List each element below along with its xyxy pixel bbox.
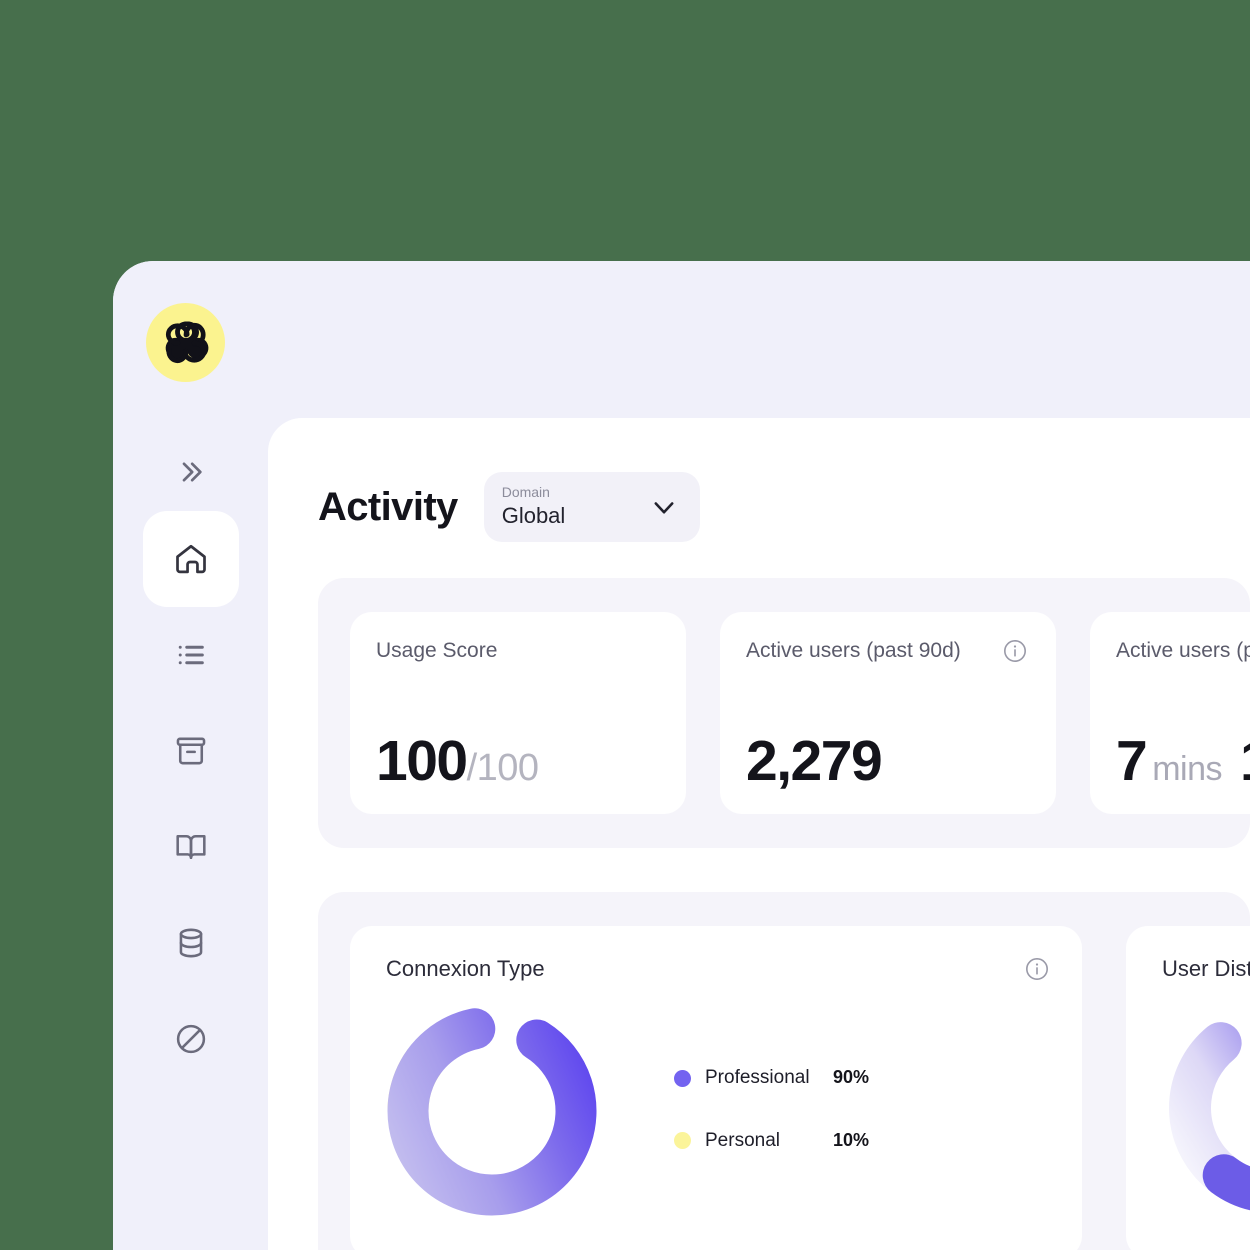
sidebar <box>113 261 268 1250</box>
chart-title: Connexion Type <box>386 956 545 981</box>
database-icon <box>174 926 208 960</box>
sidebar-item-database[interactable] <box>143 895 239 991</box>
chevron-down-icon <box>654 502 674 514</box>
domain-select-caption: Domain <box>501 484 550 501</box>
kpi-label: Usage Score <box>376 639 498 662</box>
kpi-value-group: 2,279 <box>746 733 1028 790</box>
sidebar-item-blocked[interactable] <box>143 991 239 1087</box>
sidebar-collapse-button[interactable] <box>170 451 212 493</box>
sidebar-item-book[interactable] <box>143 799 239 895</box>
kpi-label: Active users (pa <box>1116 639 1250 662</box>
chart-title: User Distri <box>1162 956 1250 981</box>
app-window: Activity Domain Global Usage Score 100 /… <box>113 261 1250 1250</box>
domain-select-value: Global <box>501 503 566 529</box>
legend-value: 90% <box>833 1067 870 1088</box>
sidebar-nav <box>113 511 268 1087</box>
kpi-value: 7 <box>1116 729 1148 793</box>
blocked-icon <box>174 1022 208 1056</box>
donut-chart-svg <box>1169 1003 1250 1214</box>
chart-legend: Professional 90% Personal 10% <box>674 1067 869 1161</box>
kpi-value-suffix: /100 <box>466 747 539 789</box>
pinwheel-logo-icon <box>165 320 208 363</box>
legend-label: Professional <box>705 1066 810 1088</box>
donut-chart-user-distribution <box>1166 1000 1250 1221</box>
info-icon[interactable] <box>1024 956 1050 987</box>
legend-value: 10% <box>833 1130 870 1151</box>
kpi-label: Active users (past 90d) <box>746 639 961 662</box>
pinwheel-logo[interactable] <box>146 303 225 382</box>
charts-panel: Connexion Type Professional 90% Personal… <box>318 892 1250 1250</box>
legend-label: Personal <box>705 1129 780 1151</box>
donut-chart-connexion-type <box>386 1005 598 1222</box>
legend-color-swatch <box>674 1132 691 1150</box>
kpi-value-group: 100 /100 <box>376 733 658 790</box>
kpi-card-active-users-90d: Active users (past 90d) 2,279 <box>720 612 1056 814</box>
list-icon <box>174 638 208 672</box>
sidebar-item-home[interactable] <box>142 511 239 607</box>
book-icon <box>174 830 208 864</box>
sidebar-item-archive[interactable] <box>143 703 239 799</box>
content-header: Activity Domain Global <box>268 418 1250 542</box>
main-content: Activity Domain Global Usage Score 100 /… <box>268 418 1250 1250</box>
domain-select[interactable]: Domain Global <box>483 472 700 542</box>
kpi-value-group: 7 mins 1 <box>1116 733 1250 790</box>
kpi-panel: Usage Score 100 /100 Active users (past … <box>318 578 1250 848</box>
legend-item: Professional 90% <box>674 1067 869 1090</box>
chart-card-connexion-type: Connexion Type Professional 90% Personal… <box>350 926 1082 1250</box>
chart-card-user-distribution: User Distri <box>1126 926 1250 1250</box>
page-title: Activity <box>318 485 458 529</box>
kpi-card-active-users-time: Active users (pa 7 mins 1 <box>1090 612 1250 814</box>
home-icon <box>173 541 209 577</box>
sidebar-item-list[interactable] <box>143 607 239 703</box>
kpi-value-secondary: 1 <box>1240 733 1250 790</box>
info-icon[interactable] <box>1002 638 1028 669</box>
donut-chart-svg <box>387 1006 597 1216</box>
kpi-card-usage-score: Usage Score 100 /100 <box>350 612 686 814</box>
chevron-double-right-icon <box>182 462 202 482</box>
archive-icon <box>174 734 208 768</box>
kpi-value: 100 <box>376 729 468 793</box>
legend-item: Personal 10% <box>674 1130 869 1153</box>
kpi-value-unit: mins <box>1152 750 1222 788</box>
legend-color-swatch <box>674 1069 691 1087</box>
kpi-value: 2,279 <box>746 729 883 793</box>
